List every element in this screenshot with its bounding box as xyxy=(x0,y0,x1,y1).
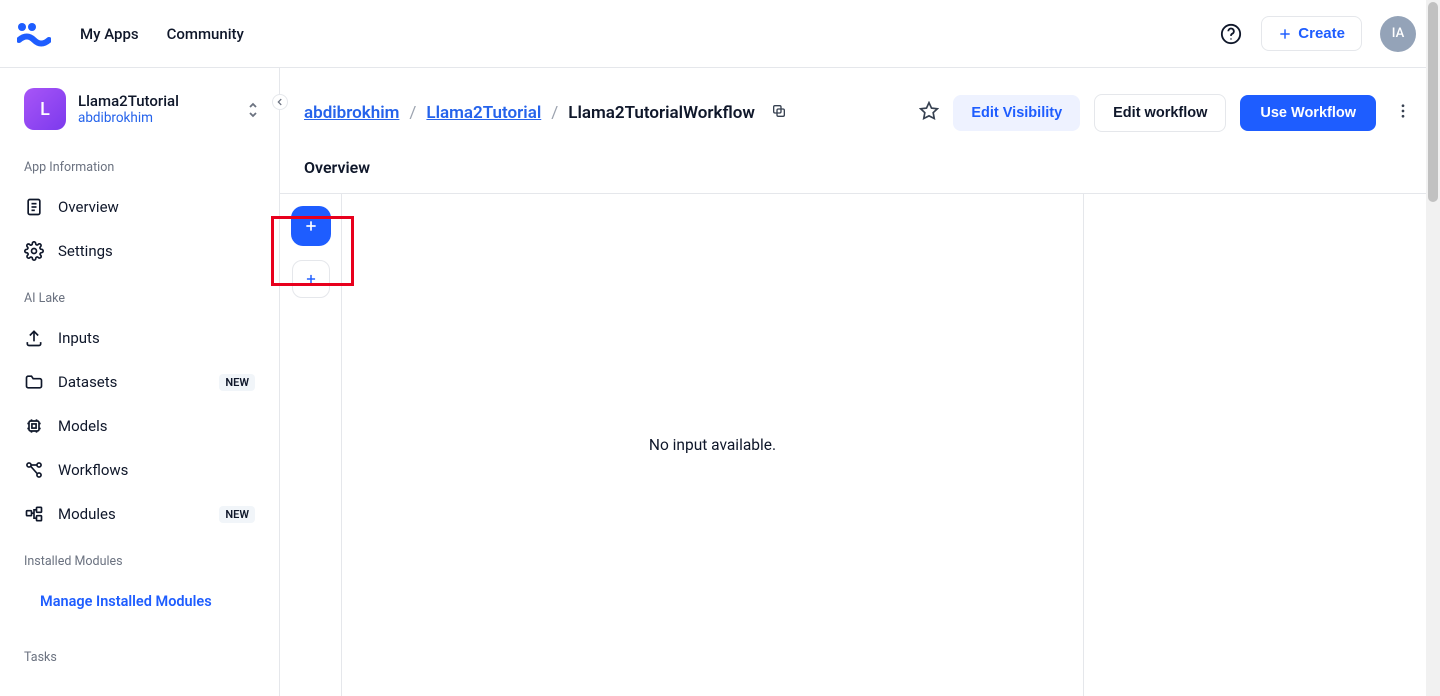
create-button[interactable]: Create xyxy=(1261,16,1362,51)
help-icon xyxy=(1220,23,1242,45)
app-user-link[interactable]: abdibrokhim xyxy=(78,110,179,126)
help-button[interactable] xyxy=(1219,22,1243,46)
section-tasks: Tasks xyxy=(0,624,279,675)
breadcrumb: abdibrokhim / Llama2Tutorial / Llama2Tut… xyxy=(304,103,787,124)
header-right: Create IA xyxy=(1219,16,1416,52)
chip-icon xyxy=(24,416,44,436)
section-app-info: App Information xyxy=(0,142,279,185)
canvas-right-panel xyxy=(1084,194,1440,696)
edit-workflow-button[interactable]: Edit workflow xyxy=(1094,94,1226,132)
section-ai-lake: AI Lake xyxy=(0,273,279,316)
sidebar-item-label: Models xyxy=(58,417,107,435)
sidebar-item-label: Datasets xyxy=(58,373,117,391)
body-row: L Llama2Tutorial abdibrokhim App Informa… xyxy=(0,68,1440,696)
breadcrumb-current: Llama2TutorialWorkflow xyxy=(568,103,755,123)
sidebar-item-label: Overview xyxy=(58,198,119,216)
content-header: abdibrokhim / Llama2Tutorial / Llama2Tut… xyxy=(280,68,1440,158)
brand-logo[interactable] xyxy=(16,16,52,52)
create-label: Create xyxy=(1298,25,1345,42)
gear-icon xyxy=(24,241,44,261)
sidebar-item-label: Modules xyxy=(58,505,116,523)
header-actions: Edit Visibility Edit workflow Use Workfl… xyxy=(919,94,1416,132)
top-header: My Apps Community Create IA xyxy=(0,0,1440,68)
sidebar-item-overview[interactable]: Overview xyxy=(0,185,279,229)
breadcrumb-separator: / xyxy=(551,103,558,123)
canvas-main: No input available. xyxy=(342,194,1084,696)
section-installed-modules: Installed Modules xyxy=(0,536,279,579)
module-icon xyxy=(24,504,44,524)
nav-my-apps[interactable]: My Apps xyxy=(80,25,139,43)
upload-icon xyxy=(24,328,44,348)
copy-icon xyxy=(771,103,787,119)
top-nav: My Apps Community xyxy=(80,25,244,43)
plus-icon xyxy=(304,272,318,286)
folder-icon xyxy=(24,372,44,392)
sidebar-item-settings[interactable]: Settings xyxy=(0,229,279,273)
add-node-button[interactable] xyxy=(291,206,331,246)
sidebar-item-label: Settings xyxy=(58,242,113,260)
breadcrumb-project[interactable]: Llama2Tutorial xyxy=(426,103,541,123)
app-title: Llama2Tutorial xyxy=(78,92,179,110)
more-menu-button[interactable] xyxy=(1390,98,1416,128)
plus-icon xyxy=(303,218,319,234)
more-vertical-icon xyxy=(1394,102,1412,120)
logo-icon xyxy=(17,21,51,47)
canvas-row: No input available. xyxy=(280,194,1440,696)
switcher-toggle[interactable] xyxy=(245,100,261,124)
document-icon xyxy=(24,197,44,217)
sidebar: L Llama2Tutorial abdibrokhim App Informa… xyxy=(0,68,280,696)
new-badge: NEW xyxy=(219,506,255,523)
section-title: Overview xyxy=(280,158,1440,193)
sidebar-item-datasets[interactable]: Datasets NEW xyxy=(0,360,279,404)
network-icon xyxy=(24,460,44,480)
sidebar-item-workflows[interactable]: Workflows xyxy=(0,448,279,492)
canvas-rail xyxy=(280,194,342,696)
sidebar-item-label: Inputs xyxy=(58,329,100,347)
plus-icon xyxy=(1278,27,1292,41)
breadcrumb-separator: / xyxy=(409,103,416,123)
avatar[interactable]: IA xyxy=(1380,16,1416,52)
use-workflow-button[interactable]: Use Workflow xyxy=(1240,95,1376,131)
manage-installed-modules-link[interactable]: Manage Installed Modules xyxy=(0,579,279,624)
scrollbar[interactable] xyxy=(1426,0,1440,696)
app-icon: L xyxy=(24,88,66,130)
chevron-up-down-icon xyxy=(245,100,261,120)
sidebar-item-models[interactable]: Models xyxy=(0,404,279,448)
sidebar-item-inputs[interactable]: Inputs xyxy=(0,316,279,360)
sidebar-item-label: Workflows xyxy=(58,461,128,479)
sidebar-item-modules[interactable]: Modules NEW xyxy=(0,492,279,536)
star-icon xyxy=(919,101,939,121)
main: abdibrokhim / Llama2Tutorial / Llama2Tut… xyxy=(280,68,1440,696)
nav-community[interactable]: Community xyxy=(167,25,244,43)
empty-state-text: No input available. xyxy=(649,436,776,454)
new-badge: NEW xyxy=(219,374,255,391)
copy-button[interactable] xyxy=(771,103,787,124)
star-button[interactable] xyxy=(919,101,939,125)
chevron-left-icon xyxy=(275,97,285,107)
edit-visibility-button[interactable]: Edit Visibility xyxy=(953,95,1080,131)
add-node-outline-button[interactable] xyxy=(292,260,330,298)
app-meta: Llama2Tutorial abdibrokhim xyxy=(78,92,179,126)
app-switcher[interactable]: L Llama2Tutorial abdibrokhim xyxy=(0,88,279,142)
scrollbar-thumb[interactable] xyxy=(1428,2,1438,202)
breadcrumb-user[interactable]: abdibrokhim xyxy=(304,103,399,123)
collapse-sidebar-button[interactable] xyxy=(272,94,288,110)
